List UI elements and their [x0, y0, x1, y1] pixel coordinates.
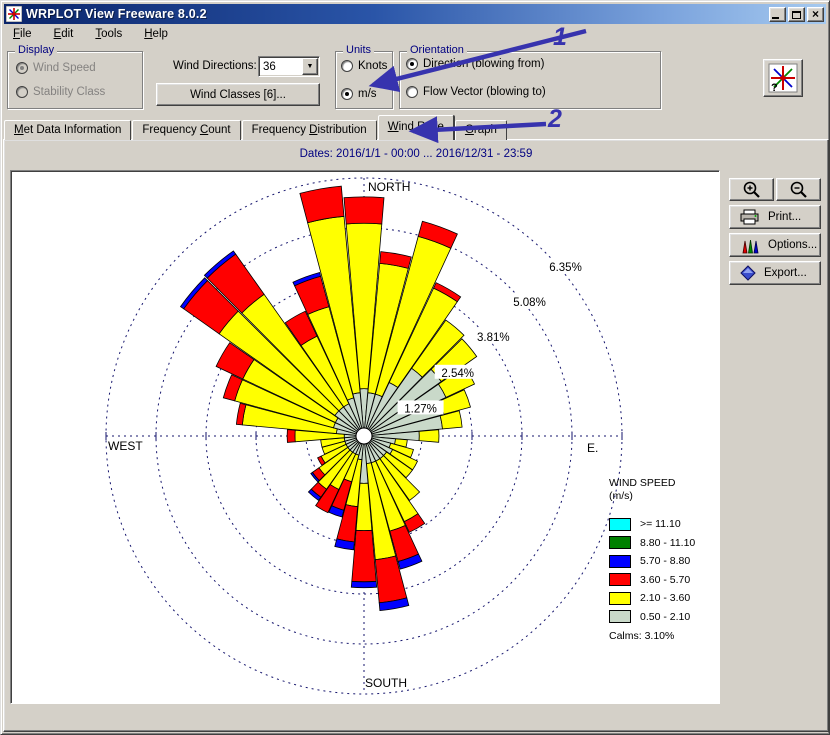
svg-text:3.81%: 3.81%: [477, 332, 510, 344]
legend-entry: 8.80 - 11.10: [609, 534, 721, 553]
minimize-icon: [772, 17, 779, 19]
zoom-in-icon: [741, 180, 763, 199]
swatch-cyan: [609, 518, 631, 531]
tab-frequency-distribution[interactable]: Frequency Distribution: [242, 120, 377, 140]
wind-classes-button[interactable]: Wind Classes [6]...: [156, 83, 320, 106]
svg-text:6.35%: 6.35%: [549, 262, 582, 274]
wind-rose-icon: ?: [768, 63, 798, 93]
menu-bar: File Edit Tools Help: [5, 26, 825, 44]
wind-rose-plot-area: 1.27% 2.54% 3.81% 5.08% 6.35% NORTH SOUTH WEST E…: [10, 170, 720, 704]
wind-directions-label: Wind Directions:: [173, 60, 257, 72]
help-about-button[interactable]: ?: [763, 59, 803, 97]
radio-stability-class-icon: [16, 86, 28, 98]
units-group-caption: Units: [343, 44, 374, 56]
swatch-blue: [609, 555, 631, 568]
printer-icon: [740, 209, 760, 225]
window-title: WRPLOT View Freeware 8.0.2: [26, 7, 207, 21]
maximize-icon: [792, 11, 801, 19]
zoom-out-icon: [788, 180, 810, 199]
legend-entry: >= 11.10: [609, 515, 721, 534]
close-button[interactable]: ×: [807, 7, 824, 22]
legend-entry: 5.70 - 8.80: [609, 552, 721, 571]
menu-edit[interactable]: Edit: [46, 26, 82, 44]
tab-graph[interactable]: Graph: [455, 120, 507, 140]
radio-wind-speed-icon: [16, 62, 28, 74]
legend-subtitle: (m/s): [609, 490, 721, 502]
swatch-red: [609, 573, 631, 586]
chevron-down-icon[interactable]: ▼: [302, 58, 318, 75]
svg-text:1.27%: 1.27%: [404, 403, 437, 415]
maximize-button[interactable]: [788, 7, 805, 22]
tab-frequency-count[interactable]: Frequency Count: [132, 120, 240, 140]
display-group-caption: Display: [15, 44, 57, 56]
wind-speed-legend: WIND SPEED (m/s) >= 11.10 8.80 - 11.10 5…: [609, 477, 721, 642]
menu-help[interactable]: Help: [136, 26, 176, 44]
radio-direction-blowing-from[interactable]: Direction (blowing from): [406, 58, 544, 70]
svg-text:5.08%: 5.08%: [513, 297, 546, 309]
svg-text:WEST: WEST: [108, 439, 143, 453]
menu-tools[interactable]: Tools: [87, 26, 130, 44]
legend-entry: 3.60 - 5.70: [609, 571, 721, 590]
tab-strip: Met Data Information Frequency Count Fre…: [4, 115, 508, 140]
legend-entry: 0.50 - 2.10: [609, 608, 721, 627]
radio-wind-speed[interactable]: Wind Speed: [16, 62, 96, 74]
units-group: Units Knots m/s: [335, 51, 393, 109]
app-window: WRPLOT View Freeware 8.0.2 × File Edit T…: [0, 0, 830, 735]
menu-file[interactable]: File: [5, 26, 40, 44]
export-diamond-icon: [740, 265, 756, 281]
radio-stability-class[interactable]: Stability Class: [16, 86, 105, 98]
wind-directions-value: 36: [259, 61, 301, 73]
app-icon: [6, 6, 22, 22]
radio-ms-icon: [341, 88, 353, 100]
svg-text:SOUTH: SOUTH: [365, 676, 407, 690]
orientation-group: Orientation Direction (blowing from) Flo…: [399, 51, 661, 109]
minimize-button[interactable]: [769, 7, 786, 22]
display-group: Display Wind Speed Stability Class: [7, 51, 143, 109]
svg-text:NORTH: NORTH: [368, 180, 410, 194]
radio-direction-icon: [406, 58, 418, 70]
wind-rose-tab-page: Dates: 2016/1/1 - 00:00 ... 2016/12/31 -…: [3, 139, 829, 732]
swatch-green: [609, 536, 631, 549]
wind-directions-combo[interactable]: 36 ▼: [258, 56, 320, 77]
print-button[interactable]: Print...: [729, 205, 821, 229]
legend-entry: 2.10 - 3.60: [609, 589, 721, 608]
zoom-in-button[interactable]: [729, 178, 774, 201]
title-bar[interactable]: WRPLOT View Freeware 8.0.2 ×: [4, 4, 826, 24]
orientation-group-caption: Orientation: [407, 44, 467, 56]
radio-flow-vector-icon: [406, 86, 418, 98]
radio-flow-vector[interactable]: Flow Vector (blowing to): [406, 86, 546, 98]
radio-ms[interactable]: m/s: [341, 88, 377, 100]
export-button[interactable]: Export...: [729, 261, 821, 285]
swatch-pale-green: [609, 610, 631, 623]
swatch-yellow: [609, 592, 631, 605]
calms-label: Calms: 3.10%: [609, 630, 721, 642]
close-icon: ×: [812, 8, 819, 20]
zoom-out-button[interactable]: [776, 178, 821, 201]
tab-met-data-information[interactable]: Met Data Information: [4, 120, 131, 140]
options-button[interactable]: Options...: [729, 233, 821, 257]
dates-bar: Dates: 2016/1/1 - 00:00 ... 2016/12/31 -…: [10, 148, 822, 160]
radio-knots-icon: [341, 60, 353, 72]
annotation-digit-2: 2: [548, 105, 562, 134]
radio-knots[interactable]: Knots: [341, 60, 387, 72]
pencils-icon: [740, 237, 760, 254]
tab-wind-rose[interactable]: Wind Rose: [378, 115, 454, 140]
legend-title: WIND SPEED: [609, 477, 721, 489]
svg-text:E.: E.: [587, 441, 598, 455]
svg-text:2.54%: 2.54%: [441, 368, 474, 380]
question-mark: ?: [771, 82, 778, 93]
